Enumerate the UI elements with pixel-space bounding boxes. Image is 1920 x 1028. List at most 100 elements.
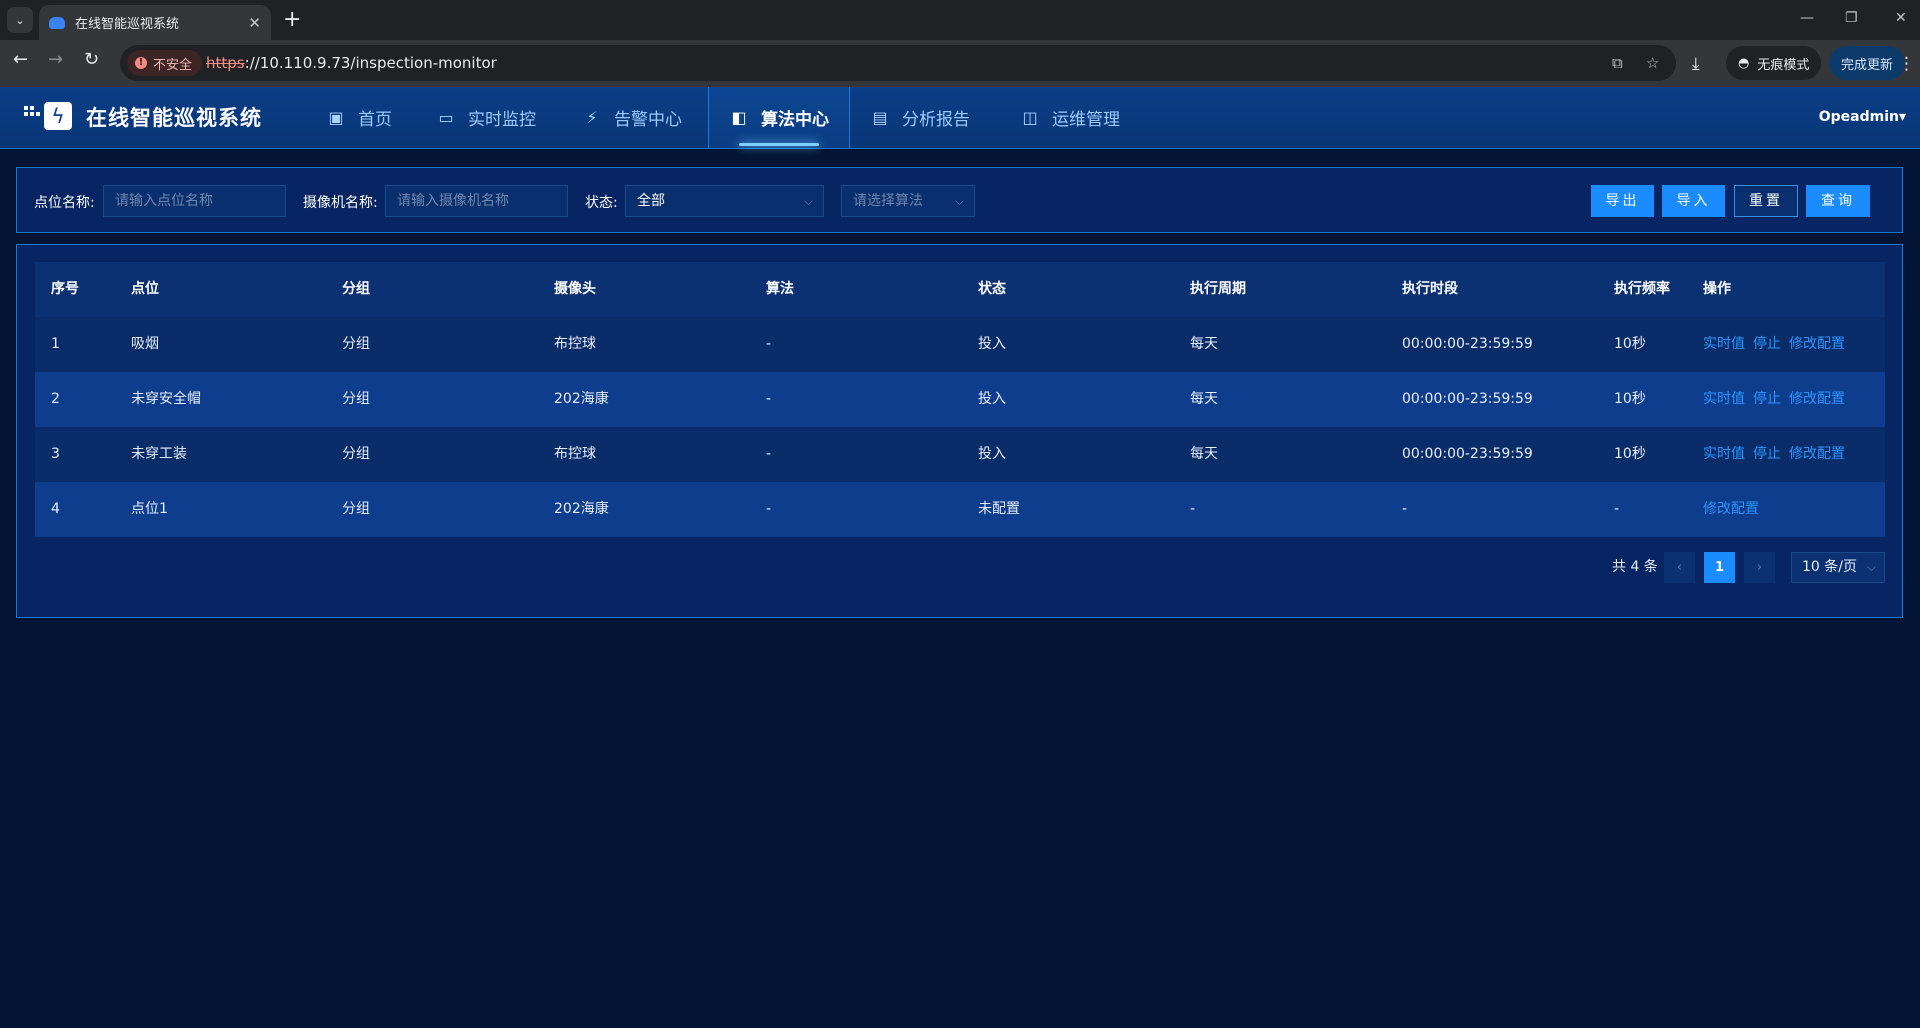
nav-algorithm-center[interactable]: ◧ 算法中心 [708,87,850,148]
monitor-icon: ▭ [438,108,454,127]
point-name-input[interactable]: 请输入点位名称 [103,185,286,217]
favicon-cloud-icon [49,16,65,29]
close-tab-icon[interactable]: ✕ [248,14,261,32]
browser-tab[interactable]: 在线智能巡视系统 ✕ [39,5,271,40]
cell-camera: 202海康 [554,391,609,407]
edit-config-link[interactable]: 修改配置 [1789,446,1845,462]
bookmark-star-icon[interactable]: ☆ [1646,54,1659,72]
not-secure-icon: ! [135,57,147,69]
nav-alert-center[interactable]: ⚡ 告警中心 [562,87,708,148]
page-size-value: 10 条/页 [1802,559,1857,575]
status-select-value: 全部 [637,193,665,209]
cell-period: - [1402,501,1408,517]
user-name: Opeadmin [1818,109,1899,125]
column-header: 执行周期 [1190,281,1246,297]
browser-menu-icon[interactable]: ⋮ [1898,54,1915,74]
column-header: 算法 [766,281,794,297]
column-header: 执行频率 [1614,281,1670,297]
user-menu[interactable]: Opeadmin▾ [1819,109,1906,125]
realtime-value-link[interactable]: 实时值 [1703,391,1745,407]
nav-label: 分析报告 [902,110,970,130]
cell-group: 分组 [342,501,370,517]
edit-config-link[interactable]: 修改配置 [1789,336,1845,352]
prev-page-icon[interactable]: ‹ [1664,552,1695,583]
cell-status: 投入 [978,336,1006,352]
new-tab-icon[interactable]: + [283,7,301,33]
status-select[interactable]: 全部 ⌵ [625,185,824,217]
app-brand: 在线智能巡视系统 [86,106,262,130]
edit-config-link[interactable]: 修改配置 [1789,391,1845,407]
cell-period: 00:00:00-23:59:59 [1402,391,1533,407]
cell-status: 投入 [978,446,1006,462]
page-button-current[interactable]: 1 [1704,552,1735,583]
cell-no: 4 [51,501,60,517]
camera-name-input[interactable]: 请输入摄像机名称 [385,185,568,217]
algorithm-select[interactable]: 请选择算法 ⌵ [841,185,975,217]
home-icon: ▣ [328,108,344,127]
import-button[interactable]: 导入 [1662,185,1725,217]
algorithm-icon: ◧ [731,108,747,127]
column-header: 摄像头 [554,281,596,297]
browser-toolbar: ← → ↻ ! 不安全 https://10.110.9.73/inspecti… [0,40,1920,87]
cell-no: 1 [51,336,60,352]
alert-icon: ⚡ [586,108,598,127]
cell-algorithm: - [766,336,772,352]
stop-link[interactable]: 停止 [1753,391,1781,407]
cell-no: 2 [51,391,60,407]
column-header: 分组 [342,281,370,297]
update-button[interactable]: 完成更新 [1829,46,1906,80]
nav-realtime-monitor[interactable]: ▭ 实时监控 [416,87,562,148]
cell-status: 投入 [978,391,1006,407]
cell-cycle: 每天 [1190,446,1218,462]
edit-config-link[interactable]: 修改配置 [1703,501,1759,517]
stop-link[interactable]: 停止 [1753,336,1781,352]
cell-point: 吸烟 [131,336,159,352]
tab-search-icon[interactable]: ⌄ [7,7,33,33]
realtime-value-link[interactable]: 实时值 [1703,446,1745,462]
cell-camera: 布控球 [554,336,596,352]
security-chip[interactable]: ! 不安全 [127,50,203,76]
url-text[interactable]: https://10.110.9.73/inspection-monitor [206,54,497,72]
app-logo[interactable]: ϟ 在线智能巡视系统 [24,102,262,132]
export-button[interactable]: 导出 [1591,185,1654,217]
incognito-label: 无痕模式 [1757,57,1810,73]
app-header: ϟ 在线智能巡视系统 ▣ 首页 ▭ 实时监控 ⚡ 告警中心 ◧ 算法中心 ▤ 分… [0,87,1920,149]
close-window-icon[interactable]: ✕ [1895,10,1907,26]
query-button[interactable]: 查询 [1806,185,1870,217]
column-header: 状态 [978,281,1006,297]
translate-icon[interactable]: ⧉ [1612,54,1623,72]
reset-button[interactable]: 重置 [1734,185,1798,217]
cell-algorithm: - [766,446,772,462]
forward-icon[interactable]: → [48,50,63,70]
cell-point: 点位1 [131,501,168,517]
cell-cycle: 每天 [1190,336,1218,352]
maintenance-icon: ◫ [1022,108,1038,127]
back-icon[interactable]: ← [13,50,28,70]
restore-icon[interactable]: ❐ [1845,10,1858,26]
realtime-value-link[interactable]: 实时值 [1703,336,1745,352]
update-label: 完成更新 [1841,57,1894,73]
download-icon[interactable]: ⤓ [1692,54,1700,74]
tab-title: 在线智能巡视系统 [75,17,180,32]
nav-analysis-report[interactable]: ▤ 分析报告 [850,87,1000,148]
point-name-label: 点位名称: [34,195,95,211]
cell-algorithm: - [766,391,772,407]
nav-label: 首页 [358,110,392,130]
table-row: 2 未穿安全帽 分组 202海康 - 投入 每天 00:00:00-23:59:… [35,372,1885,427]
next-page-icon[interactable]: › [1744,552,1775,583]
cell-period: 00:00:00-23:59:59 [1402,336,1533,352]
nav-label: 告警中心 [614,110,682,130]
cell-cycle: 每天 [1190,391,1218,407]
reload-icon[interactable]: ↻ [84,50,99,70]
address-bar[interactable]: ! 不安全 https://10.110.9.73/inspection-mon… [120,45,1676,81]
cell-group: 分组 [342,391,370,407]
minimize-icon[interactable]: — [1800,10,1814,26]
page-size-select[interactable]: 10 条/页 ⌵ [1791,552,1885,583]
nav-home[interactable]: ▣ 首页 [306,87,416,148]
table-row: 3 未穿工装 分组 布控球 - 投入 每天 00:00:00-23:59:59 … [35,427,1885,482]
stop-link[interactable]: 停止 [1753,446,1781,462]
incognito-chip[interactable]: ◓ 无痕模式 [1726,46,1822,80]
camera-name-label: 摄像机名称: [303,195,378,211]
nav-maintenance[interactable]: ◫ 运维管理 [1000,87,1146,148]
pagination-total: 共 4 条 [1612,559,1658,575]
